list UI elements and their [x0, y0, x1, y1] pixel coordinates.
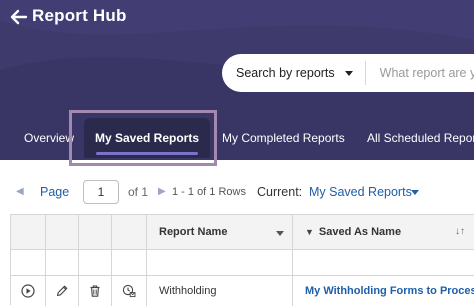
edit-cell: [46, 276, 79, 306]
pagination-bar: ◀ Page 1 of 1 ▶ 1 - 1 of 1 Rows Current:…: [0, 178, 474, 206]
search-input[interactable]: [365, 65, 474, 81]
play-icon[interactable]: [21, 284, 35, 298]
page-title: Report Hub: [32, 6, 127, 25]
schedule-cell: [112, 276, 147, 306]
filter-cell: [112, 250, 147, 275]
search-type-label: Search by reports: [236, 66, 335, 80]
column-header-report-name: Report Name: [159, 226, 228, 238]
column-header-saved-as-name: Saved As Name: [318, 226, 402, 238]
filter-icon: ▼: [305, 227, 314, 237]
saved-report-link[interactable]: My Withholding Forms to Process: [305, 285, 474, 297]
app-header: Report Hub Search by reports Overview My…: [0, 0, 474, 160]
reports-table: Report Name ▼ Saved As Name ↓↑ Withholdi…: [10, 214, 474, 306]
pencil-icon[interactable]: [55, 284, 69, 298]
page-number-input[interactable]: 1: [83, 180, 119, 204]
filter-cell[interactable]: [293, 250, 474, 275]
caret-left-icon[interactable]: ◀: [16, 178, 24, 206]
current-view-dropdown[interactable]: My Saved Reports: [309, 178, 412, 206]
search-bar: Search by reports: [222, 54, 474, 92]
filter-cell: [46, 250, 79, 275]
chevron-down-icon[interactable]: [411, 190, 419, 195]
header-cell-saved-as-name[interactable]: ▼ Saved As Name ↓↑: [293, 215, 474, 249]
filter-cell[interactable]: [147, 250, 293, 275]
filter-cell: [11, 250, 46, 275]
rows-info: 1 - 1 of 1 Rows: [172, 186, 246, 198]
tab-my-completed-reports[interactable]: My Completed Reports: [222, 118, 345, 158]
run-cell: [11, 276, 46, 306]
trash-icon[interactable]: [88, 284, 102, 298]
table-header-row: Report Name ▼ Saved As Name ↓↑: [11, 215, 474, 250]
saved-as-name-cell: My Withholding Forms to Process: [293, 276, 474, 306]
header-cell-action-1: [11, 215, 46, 249]
delete-cell: [79, 276, 112, 306]
caret-right-icon[interactable]: ▶: [158, 178, 166, 206]
tab-all-scheduled-reports[interactable]: All Scheduled Reports: [367, 118, 474, 158]
filter-cell: [79, 250, 112, 275]
table-filter-row: [11, 250, 474, 276]
tab-bar: Overview My Saved Reports My Completed R…: [0, 118, 474, 158]
report-name-cell: Withholding: [147, 276, 293, 306]
table-row: Withholding My Withholding Forms to Proc…: [11, 276, 474, 306]
arrow-left-icon[interactable]: [10, 8, 28, 26]
header-cell-action-4: [112, 215, 147, 249]
current-view-label: Current:: [257, 185, 303, 199]
column-menu-icon[interactable]: [276, 231, 284, 236]
header-cell-action-2: [46, 215, 79, 249]
sort-icon[interactable]: ↓↑: [455, 226, 465, 237]
header-cell-action-3: [79, 215, 112, 249]
page-label: Page: [40, 185, 70, 199]
search-type-dropdown[interactable]: Search by reports: [222, 54, 353, 92]
tab-overview[interactable]: Overview: [24, 118, 74, 158]
header-cell-report-name[interactable]: Report Name: [147, 215, 293, 249]
tab-my-saved-reports[interactable]: My Saved Reports: [84, 118, 210, 158]
schedule-icon[interactable]: [122, 284, 136, 298]
chevron-down-icon: [344, 70, 353, 76]
page-total: of 1: [128, 185, 149, 199]
